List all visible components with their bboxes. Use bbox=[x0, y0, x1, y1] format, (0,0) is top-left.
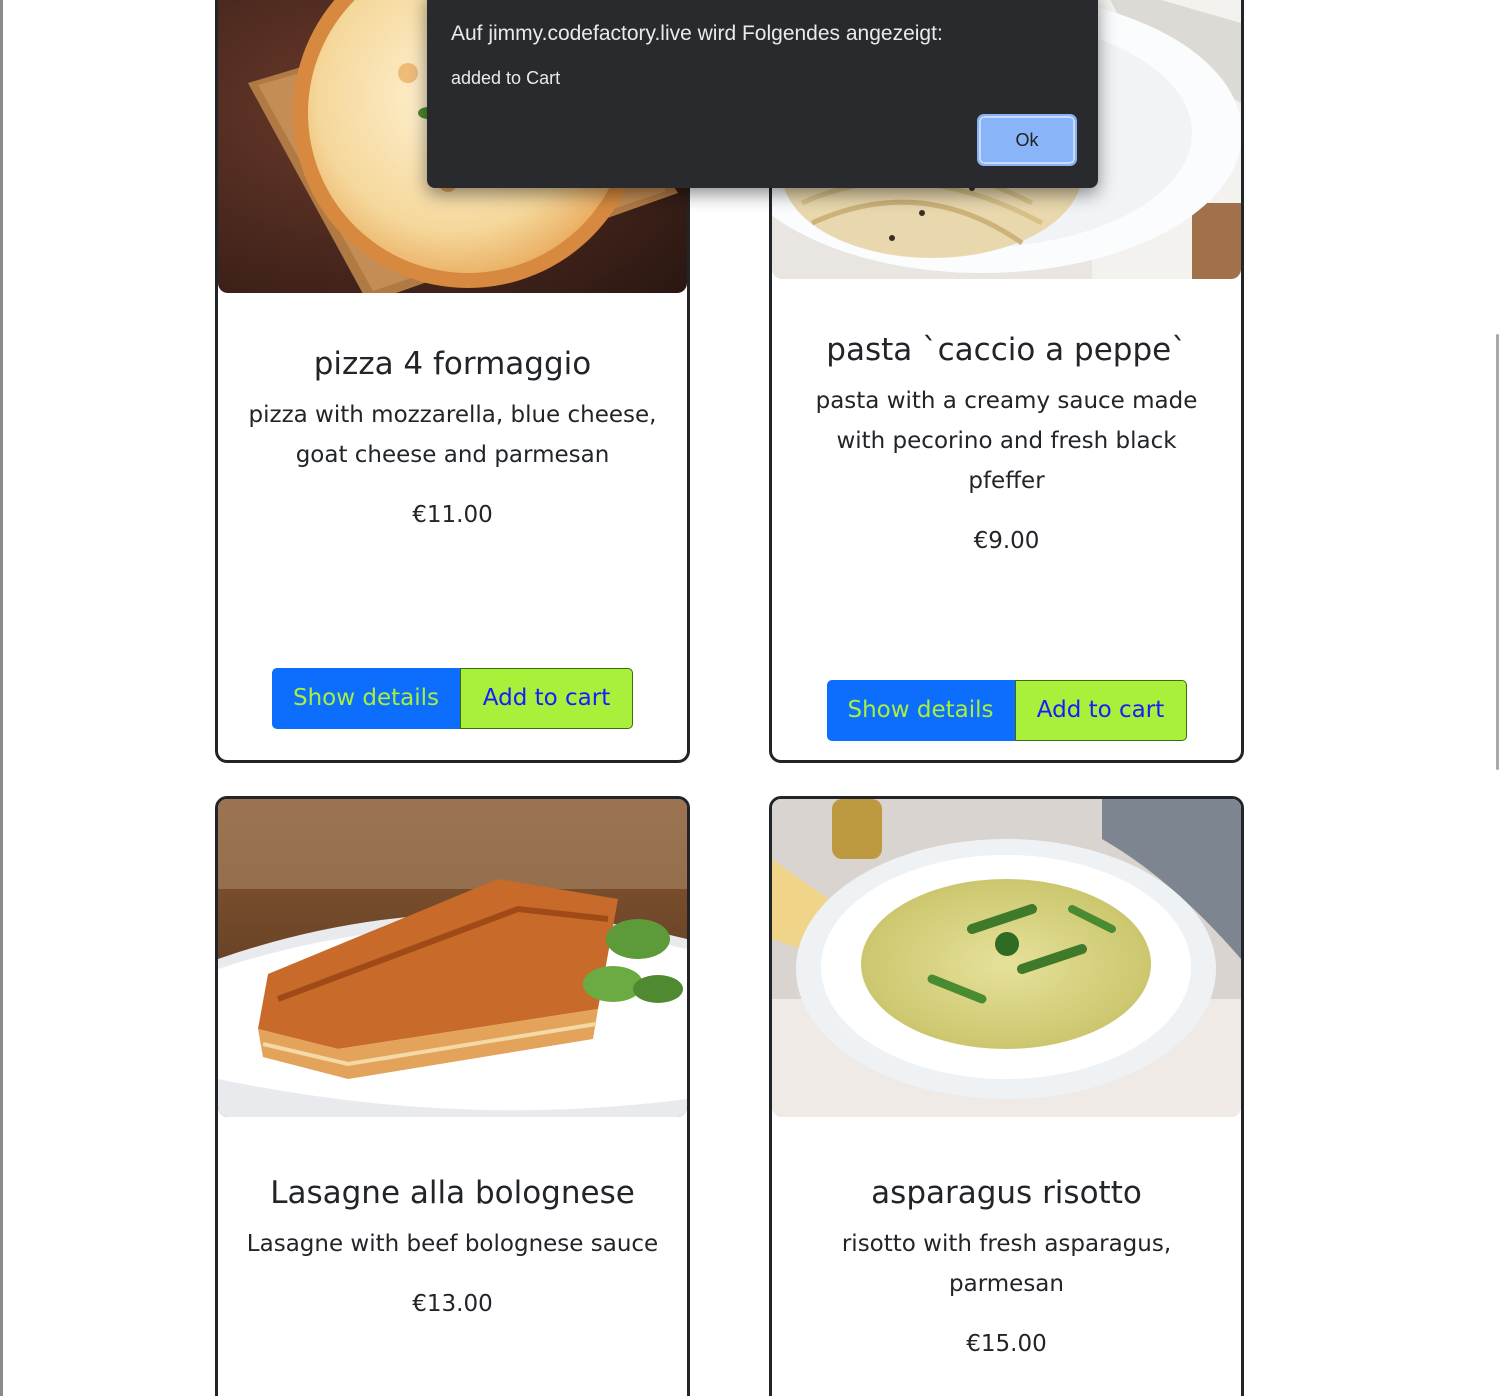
menu-card-lasagne: Lasagne alla bolognese Lasagne with beef… bbox=[215, 796, 690, 1396]
card-description: pasta with a creamy sauce made with peco… bbox=[815, 388, 1198, 494]
scrollbar-thumb[interactable] bbox=[1496, 334, 1499, 770]
card-price: €13.00 bbox=[412, 1291, 493, 1317]
dialog-message: added to Cart bbox=[451, 68, 561, 88]
page-edge bbox=[0, 0, 3, 1396]
card-description: pizza with mozzarella, blue cheese, goat… bbox=[248, 402, 657, 468]
ok-button[interactable]: Ok bbox=[977, 114, 1077, 166]
show-details-button[interactable]: Show details bbox=[272, 668, 460, 729]
add-to-cart-button[interactable]: Add to cart bbox=[460, 668, 633, 729]
card-title: pasta `caccio a peppe` bbox=[826, 332, 1187, 368]
show-details-button[interactable]: Show details bbox=[826, 680, 1015, 741]
card-title: asparagus risotto bbox=[871, 1175, 1142, 1211]
card-title: pizza 4 formaggio bbox=[313, 346, 592, 382]
dialog-title: Auf jimmy.codefactory.live wird Folgende… bbox=[451, 22, 943, 45]
card-description: risotto with fresh asparagus, parmesan bbox=[841, 1231, 1172, 1297]
card-price: €11.00 bbox=[412, 502, 493, 528]
lasagne-photo bbox=[218, 799, 687, 1117]
add-to-cart-button[interactable]: Add to cart bbox=[1014, 680, 1187, 741]
menu-card-risotto: asparagus risotto risotto with fresh asp… bbox=[769, 796, 1244, 1396]
card-description: Lasagne with beef bolognese sauce bbox=[246, 1231, 659, 1257]
alert-dialog: Auf jimmy.codefactory.live wird Folgende… bbox=[427, 0, 1098, 188]
card-title: Lasagne alla bolognese bbox=[270, 1175, 635, 1211]
card-price: €9.00 bbox=[973, 528, 1040, 554]
card-price: €15.00 bbox=[966, 1331, 1047, 1357]
risotto-photo bbox=[772, 799, 1241, 1117]
